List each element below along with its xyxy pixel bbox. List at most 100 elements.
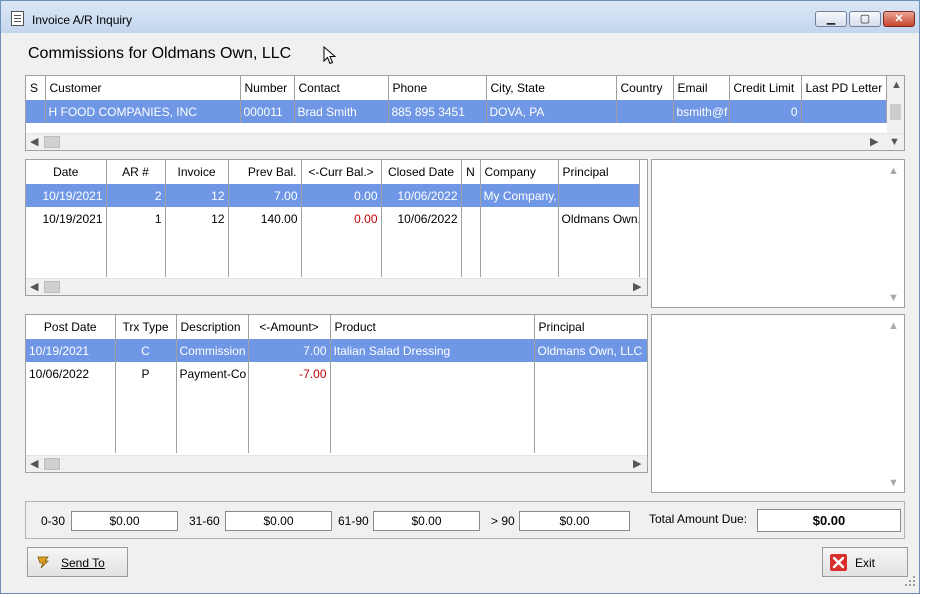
scroll-up-icon[interactable]: ▲ (891, 78, 902, 92)
cell: My Company, (480, 184, 559, 207)
scroll-right-icon[interactable]: ▶ (633, 457, 641, 471)
cell: DOVA, PA (486, 100, 617, 123)
cell: Brad Smith (294, 100, 389, 123)
aging-31-60-label: 31-60 (189, 514, 220, 528)
ar-notes-panel[interactable]: ▲ ▼ (651, 159, 905, 308)
transaction-horizontal-scrollbar[interactable]: ◀ ▶ (26, 455, 647, 472)
column-header[interactable]: City, State (486, 76, 617, 100)
column-header[interactable]: Date (26, 160, 107, 184)
total-amount-due-value: $0.00 (757, 509, 901, 532)
aging-0-30-value: $0.00 (71, 511, 178, 531)
scroll-thumb[interactable] (44, 458, 60, 470)
column-header[interactable]: Closed Date (381, 160, 462, 184)
table-row[interactable]: 10/19/2021 1 12 140.00 0.00 10/06/2022 O… (26, 207, 640, 230)
column-header[interactable]: S (26, 76, 46, 100)
ar-horizontal-scrollbar[interactable]: ◀ ▶ (26, 278, 647, 295)
exit-icon (830, 554, 847, 571)
aging-over-90-label: > 90 (491, 514, 515, 528)
column-header[interactable]: Credit Limit (729, 76, 802, 100)
column-header[interactable]: Number (240, 76, 295, 100)
close-icon: ✕ (894, 13, 904, 25)
table-row-empty (26, 230, 640, 277)
column-header[interactable]: AR # (106, 160, 166, 184)
column-header[interactable]: Prev Bal. (228, 160, 302, 184)
table-row[interactable]: 10/06/2022 P Payment-Co -7.00 (26, 362, 647, 385)
customer-vertical-scrollbar[interactable]: ▲ (887, 76, 904, 134)
cell: 140.00 (228, 207, 302, 230)
column-header[interactable]: Principal (558, 160, 640, 184)
document-icon (11, 11, 24, 26)
exit-button[interactable]: Exit (822, 547, 908, 577)
cell (461, 184, 481, 207)
column-header[interactable]: Invoice (165, 160, 229, 184)
scroll-left-icon[interactable]: ◀ (30, 280, 38, 294)
customer-table: S Customer Number Contact Phone City, St… (26, 76, 887, 123)
transaction-header-row: Post Date Trx Type Description <-Amount>… (26, 315, 647, 339)
cell: P (115, 362, 177, 385)
ar-header-row: Date AR # Invoice Prev Bal. <-Curr Bal.>… (26, 160, 640, 184)
aging-61-90-label: 61-90 (338, 514, 369, 528)
cell: 2 (106, 184, 166, 207)
aging-31-60-value: $0.00 (225, 511, 332, 531)
scroll-up-icon[interactable]: ▲ (888, 319, 899, 333)
scroll-up-icon[interactable]: ▲ (888, 164, 899, 178)
column-header[interactable]: Customer (45, 76, 241, 100)
scroll-thumb[interactable] (44, 281, 60, 293)
cell: Oldmans Own, LLC (534, 339, 647, 362)
column-header[interactable]: N (461, 160, 481, 184)
maximize-button[interactable]: ▢ (849, 11, 881, 27)
customer-horizontal-scrollbar[interactable]: ◀ ▶ ▼ (26, 133, 904, 150)
page-title: Commissions for Oldmans Own, LLC (28, 45, 292, 62)
scroll-left-icon[interactable]: ◀ (30, 457, 38, 471)
cell: Payment-Co (176, 362, 249, 385)
table-row[interactable]: 10/19/2021 C Commission 7.00 Italian Sal… (26, 339, 647, 362)
transaction-notes-panel[interactable]: ▲ ▼ (651, 314, 905, 493)
transaction-grid: Post Date Trx Type Description <-Amount>… (25, 314, 648, 473)
minimize-button[interactable]: ▁ (815, 11, 847, 27)
column-header[interactable]: Post Date (26, 315, 116, 339)
scroll-right-icon[interactable]: ▶ (633, 280, 641, 294)
table-row[interactable]: 10/19/2021 2 12 7.00 0.00 10/06/2022 My … (26, 184, 640, 207)
cell: 000011 (240, 100, 295, 123)
column-header[interactable]: <-Amount> (248, 315, 331, 339)
resize-grip-icon[interactable] (904, 575, 916, 587)
scroll-left-icon[interactable]: ◀ (30, 135, 38, 149)
cell: 10/06/2022 (26, 362, 116, 385)
column-header[interactable]: Description (176, 315, 249, 339)
cell: C (115, 339, 177, 362)
close-button[interactable]: ✕ (883, 11, 915, 27)
column-header[interactable]: Country (616, 76, 674, 100)
cell (480, 207, 559, 230)
column-header[interactable]: Company (480, 160, 559, 184)
column-header[interactable]: Phone (388, 76, 487, 100)
cell (558, 184, 640, 207)
scroll-down-icon[interactable]: ▼ (889, 135, 900, 149)
scroll-right-icon[interactable]: ▶ (870, 135, 878, 149)
send-to-label: Send To (61, 556, 105, 570)
cell: 10/19/2021 (26, 339, 116, 362)
send-to-button[interactable]: Send To (27, 547, 128, 577)
cell: -7.00 (248, 362, 331, 385)
cell (461, 207, 481, 230)
cell: 0.00 (301, 184, 382, 207)
total-amount-due-label: Total Amount Due: (649, 512, 748, 526)
column-header[interactable]: Product (330, 315, 535, 339)
scroll-down-icon[interactable]: ▼ (888, 476, 899, 490)
column-header[interactable]: Principal (534, 315, 647, 339)
cell (26, 100, 46, 123)
column-header[interactable]: Trx Type (115, 315, 177, 339)
table-row[interactable]: H FOOD COMPANIES, INC 000011 Brad Smith … (26, 100, 887, 123)
cell (330, 362, 535, 385)
column-header[interactable]: <-Curr Bal.> (301, 160, 382, 184)
scroll-down-icon[interactable]: ▼ (888, 291, 899, 305)
customer-grid: S Customer Number Contact Phone City, St… (25, 75, 905, 151)
scroll-thumb[interactable] (890, 104, 901, 120)
column-header[interactable]: Email (673, 76, 730, 100)
column-header[interactable]: Last PD Letter P (801, 76, 887, 100)
table-row-empty (26, 385, 647, 453)
column-header[interactable]: Contact (294, 76, 389, 100)
cell: 1 (106, 207, 166, 230)
cell: 7.00 (248, 339, 331, 362)
scroll-thumb[interactable] (44, 136, 60, 148)
cell: 12 (165, 207, 229, 230)
